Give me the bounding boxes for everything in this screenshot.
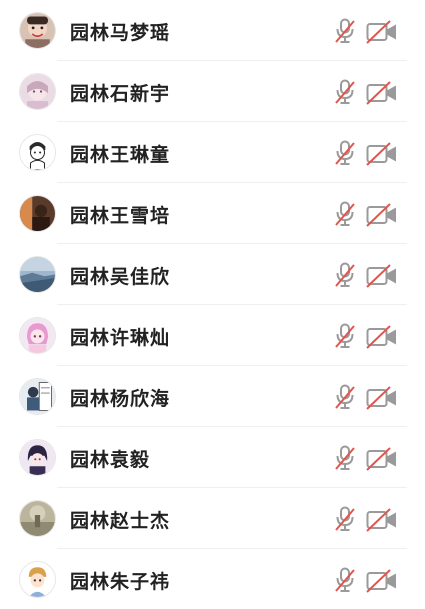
mic-muted-icon[interactable] — [334, 567, 356, 593]
mic-muted-icon[interactable] — [334, 384, 356, 410]
participant-name: 园林杨欣海 — [70, 388, 171, 410]
camera-off-icon[interactable] — [366, 20, 398, 44]
camera-off-icon[interactable] — [366, 569, 398, 593]
mic-muted-icon[interactable] — [334, 262, 356, 288]
camera-off-icon[interactable] — [366, 203, 398, 227]
cartoon-boy-avatar — [19, 561, 56, 598]
participant-list: 园林马梦瑶园林石新宇园林王琳童园林王雪培园林吴佳欣园林许琳灿园林杨欣海园林袁毅园… — [0, 0, 425, 609]
camera-off-icon[interactable] — [366, 325, 398, 349]
camera-off-icon[interactable] — [366, 386, 398, 410]
mic-muted-icon[interactable] — [334, 18, 356, 44]
mic-muted-icon[interactable] — [334, 323, 356, 349]
participant-row[interactable]: 园林马梦瑶 — [0, 0, 425, 61]
participant-row[interactable]: 园林吴佳欣 — [0, 244, 425, 305]
camera-off-icon[interactable] — [366, 508, 398, 532]
cartoon-sketch-avatar — [19, 134, 56, 171]
participant-name: 园林王雪培 — [70, 205, 171, 227]
participant-name: 园林袁毅 — [70, 449, 151, 471]
participant-name: 园林马梦瑶 — [70, 22, 171, 44]
pink-girl-avatar — [19, 73, 56, 110]
participant-name: 园林许琳灿 — [70, 327, 171, 349]
mic-muted-icon[interactable] — [334, 140, 356, 166]
anime-dark-hair-avatar — [19, 439, 56, 476]
blue-landscape-avatar — [19, 256, 56, 293]
mic-muted-icon[interactable] — [334, 506, 356, 532]
camera-off-icon[interactable] — [366, 81, 398, 105]
camera-off-icon[interactable] — [366, 264, 398, 288]
dark-portrait-avatar — [19, 195, 56, 232]
participant-row[interactable]: 园林许琳灿 — [0, 305, 425, 366]
participant-name: 园林吴佳欣 — [70, 266, 171, 288]
mic-muted-icon[interactable] — [334, 201, 356, 227]
camera-off-icon[interactable] — [366, 447, 398, 471]
participant-row[interactable]: 园林朱子祎 — [0, 549, 425, 609]
foggy-scene-avatar — [19, 500, 56, 537]
participant-row[interactable]: 园林王琳童 — [0, 122, 425, 183]
participant-name: 园林赵士杰 — [70, 510, 171, 532]
participant-row[interactable]: 园林赵士杰 — [0, 488, 425, 549]
participant-row[interactable]: 园林王雪培 — [0, 183, 425, 244]
camera-off-icon[interactable] — [366, 142, 398, 166]
participant-row[interactable]: 园林杨欣海 — [0, 366, 425, 427]
comic-figure-avatar — [19, 378, 56, 415]
participant-row[interactable]: 园林石新宇 — [0, 61, 425, 122]
participant-name: 园林朱子祎 — [70, 571, 171, 593]
participant-name: 园林石新宇 — [70, 83, 171, 105]
mic-muted-icon[interactable] — [334, 79, 356, 105]
anime-pink-hair-avatar — [19, 317, 56, 354]
child-photo-avatar — [19, 12, 56, 49]
mic-muted-icon[interactable] — [334, 445, 356, 471]
participant-name: 园林王琳童 — [70, 144, 171, 166]
participant-row[interactable]: 园林袁毅 — [0, 427, 425, 488]
